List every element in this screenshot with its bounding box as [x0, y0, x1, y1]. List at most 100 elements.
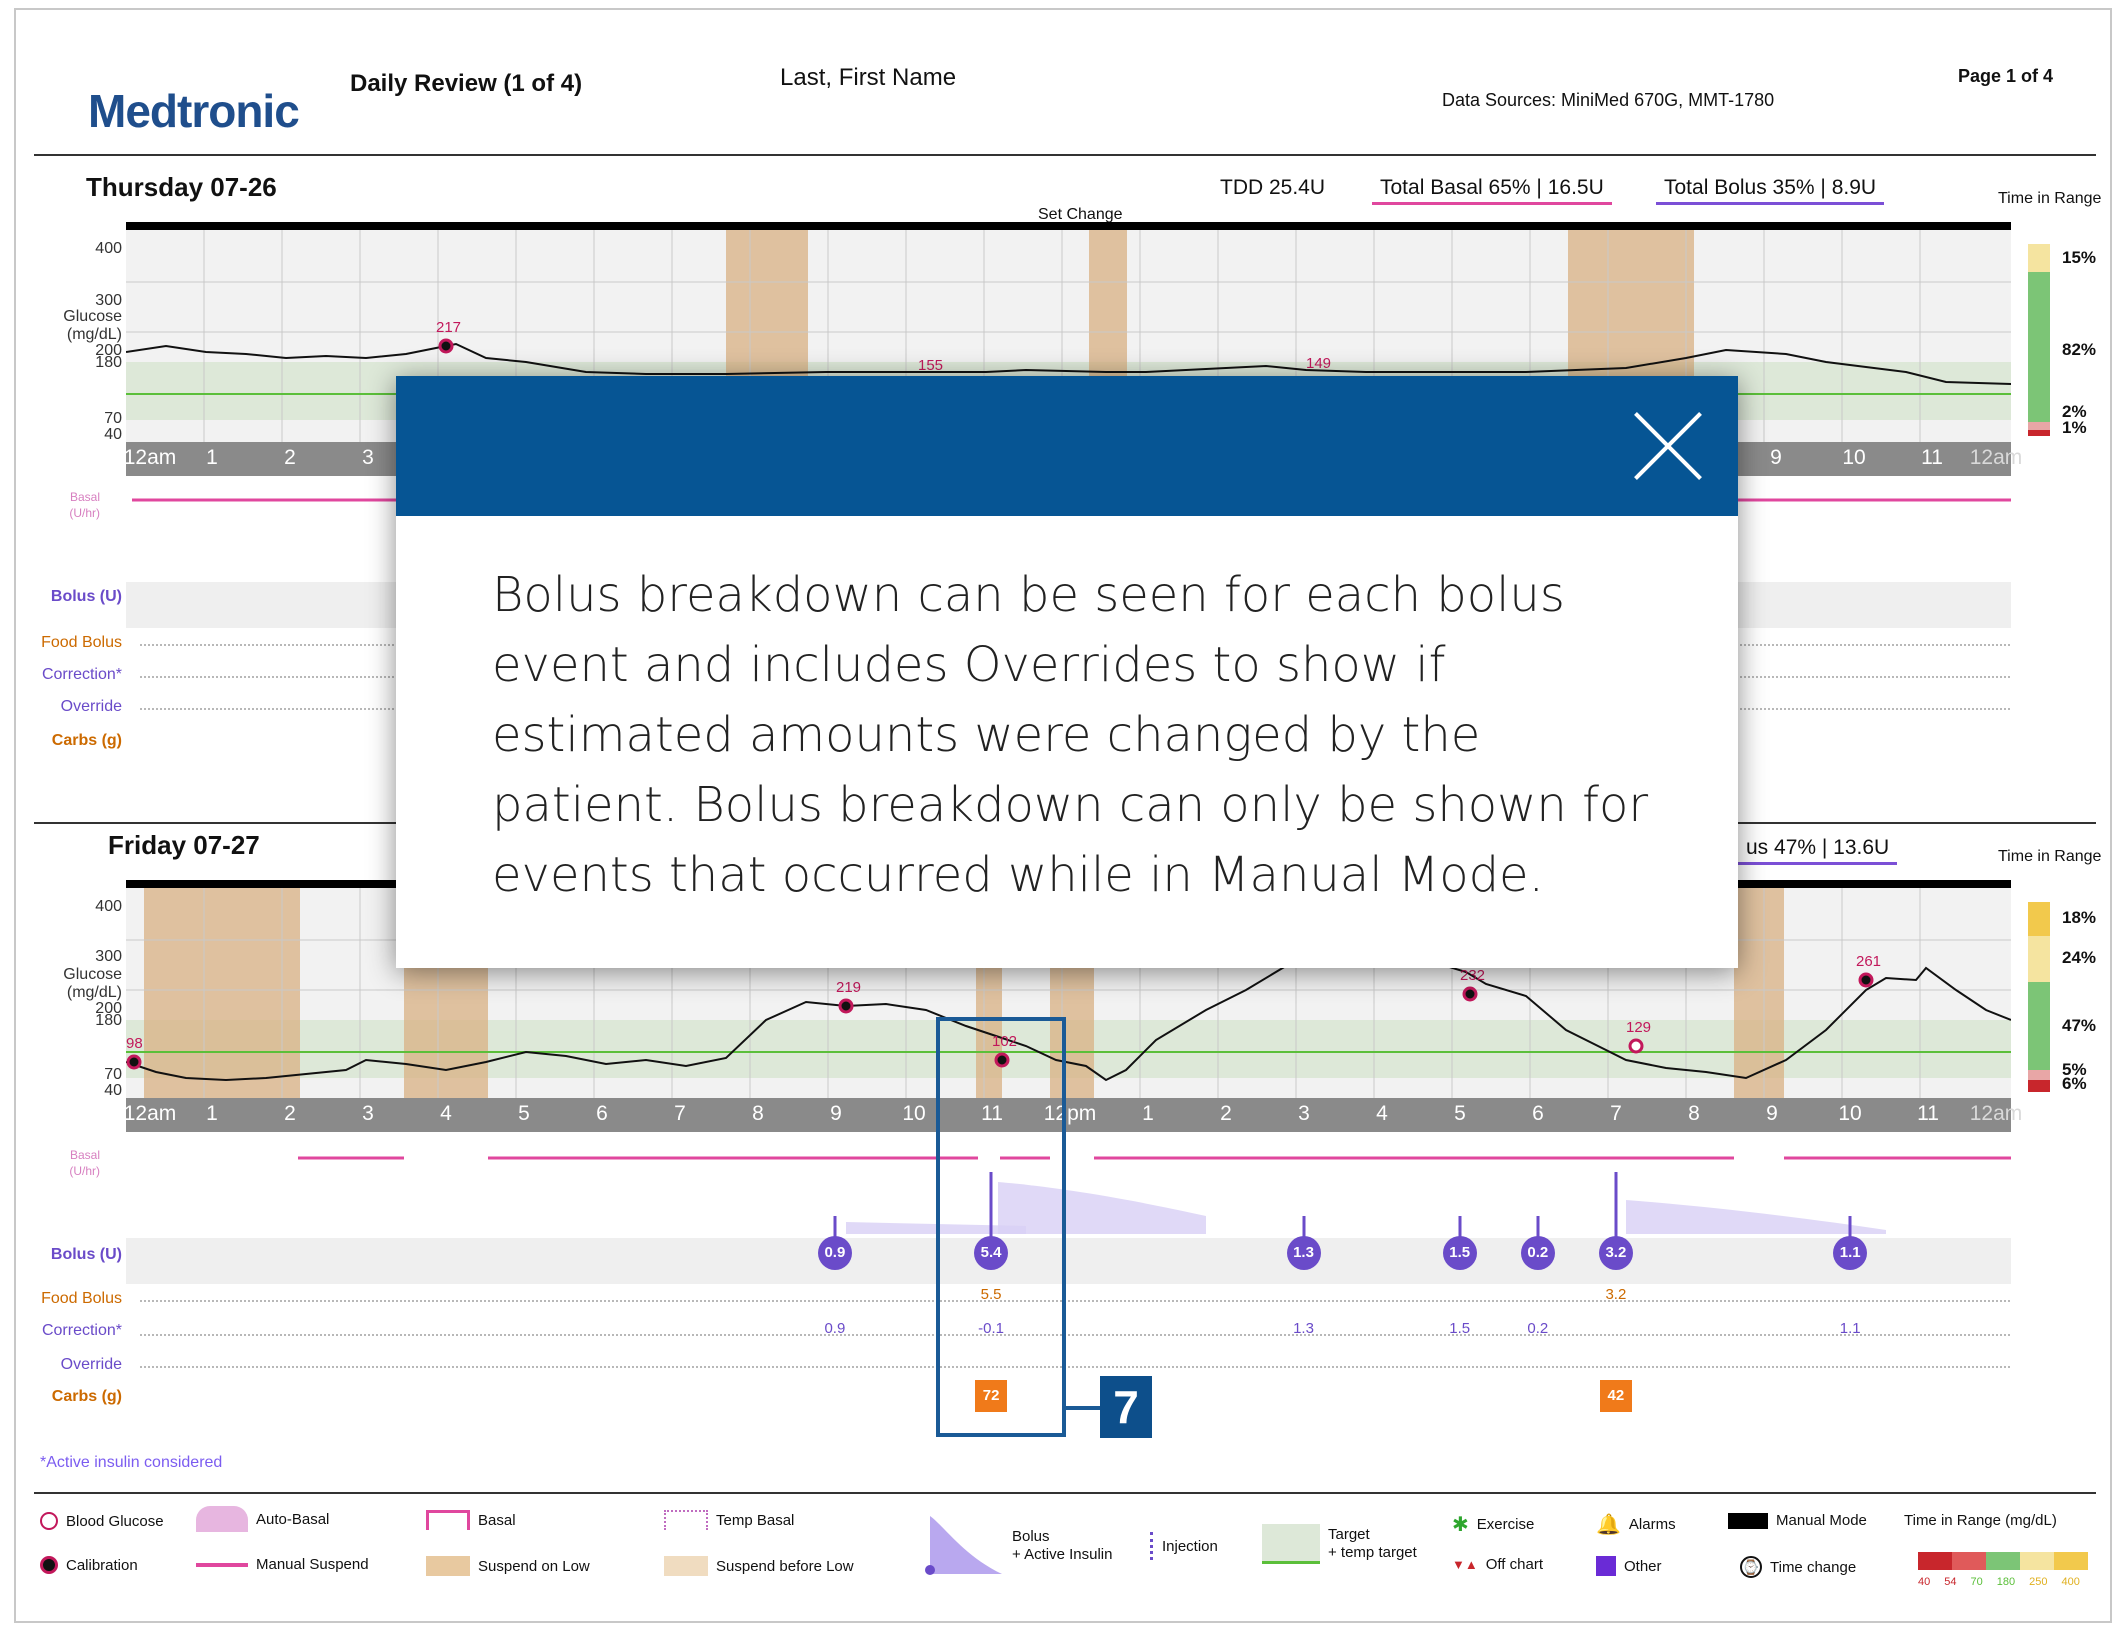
day2-tick-400: 400	[95, 898, 122, 915]
legend-suspend-on-low: Suspend on Low	[426, 1556, 590, 1576]
day1-tir-label: Time in Range	[1998, 190, 2102, 207]
info-modal: Bolus breakdown can be seen for each bol…	[396, 376, 1738, 968]
day1-total-basal: Total Basal 65% | 16.5U	[1372, 176, 1612, 205]
patient-name: Last, First Name	[780, 64, 957, 91]
bolus-event-marker[interactable]: 1.3	[1286, 1236, 1321, 1270]
day2-row-bolus: Bolus (U)	[50, 1246, 122, 1263]
day2-glucose-label: Glucose	[63, 966, 122, 983]
day2-tick-180: 180	[95, 1012, 122, 1029]
day2-marker-232: 232	[1460, 967, 1485, 984]
day2-hour-13: 1	[1142, 1102, 1154, 1125]
legend-off-chart: ▼▲ Off chart	[1452, 1556, 1543, 1573]
day1-total-bolus: Total Bolus 35% | 8.9U	[1656, 176, 1885, 205]
day2-hour-8: 8	[752, 1102, 764, 1125]
clock-icon: ⌚	[1740, 1556, 1762, 1578]
suspend-before-low-icon	[664, 1556, 708, 1576]
day2-hour-4: 4	[440, 1102, 452, 1125]
day2-hour-20: 8	[1688, 1102, 1700, 1125]
legend-exercise: ✱ Exercise	[1452, 1514, 1535, 1536]
day2-tir-label: Time in Range	[1998, 848, 2102, 865]
bolus-event-marker[interactable]: 1.1	[1833, 1236, 1868, 1270]
legend-time-change: ⌚ Time change	[1740, 1556, 1856, 1578]
day2-hour-0: 12am	[123, 1102, 177, 1125]
day1-basal-label: Basal	[69, 490, 100, 504]
day2-tir-veryhigh: 18%	[2062, 908, 2097, 927]
legend-alarms: 🔔 Alarms	[1596, 1514, 1676, 1536]
bolus-event-marker[interactable]: 0.9	[817, 1236, 852, 1270]
legend-target: Target + temp target	[1262, 1524, 1417, 1564]
day2-tick-300: 300	[95, 948, 122, 965]
bolus-event-marker[interactable]: 0.2	[1520, 1236, 1555, 1270]
day1-tir-verylow: 1%	[2062, 418, 2087, 437]
correction-value: 1.3	[1293, 1320, 1314, 1337]
modal-body-text: Bolus breakdown can be seen for each bol…	[492, 567, 1649, 903]
bolus-stem	[1302, 1216, 1305, 1238]
day1-hour-12am: 12am	[123, 446, 177, 469]
day1-marker-149: 149	[1306, 355, 1331, 372]
day1-tick-400: 400	[95, 240, 122, 257]
day2-hour-9: 9	[830, 1102, 842, 1125]
legend-suspend-before-low: Suspend before Low	[664, 1556, 854, 1576]
day2-hour-7: 7	[674, 1102, 686, 1125]
day2-hour-22: 10	[1838, 1102, 1862, 1125]
day2-basal-unit: (U/hr)	[69, 1164, 100, 1178]
day2-row-correction: Correction*	[41, 1322, 122, 1339]
day2-hour-16: 4	[1376, 1102, 1388, 1125]
tir-scale-values: 40 54 70 180 250 400	[1918, 1576, 2080, 1588]
bolus-stem	[1536, 1216, 1540, 1238]
correction-value: 0.2	[1527, 1320, 1549, 1337]
day2-total-bolus: us 47% | 13.6U	[1738, 836, 1898, 865]
correction-value: 0.9	[824, 1320, 846, 1337]
day1-hour-11: 11	[1921, 446, 1943, 469]
day2-hour-6: 6	[596, 1102, 608, 1125]
bolus-event-marker[interactable]: 1.5	[1442, 1236, 1477, 1270]
day2-bolus-band	[126, 1238, 2011, 1284]
legend-time-in-range: Time in Range (mg/dL)	[1904, 1512, 2057, 1529]
day1-hour-2: 2	[284, 446, 296, 469]
day2-hour-axis: 12am 1 2 3 4 5 6 7 8 9 10 11 12pm 1 2 3 …	[123, 1098, 2022, 1132]
day1-tir-inrange: 82%	[2062, 340, 2097, 359]
injection-icon	[1150, 1532, 1154, 1560]
close-icon[interactable]	[1628, 406, 1708, 486]
day2-hour-15: 3	[1298, 1102, 1310, 1125]
alarm-bell-icon: 🔔	[1596, 1514, 1621, 1536]
legend-auto-basal: Auto-Basal	[196, 1506, 329, 1532]
exercise-icon: ✱	[1452, 1514, 1469, 1536]
day2-title: Friday 07-27	[108, 830, 260, 860]
day2-marker-129: 129	[1626, 1019, 1651, 1036]
modal-header	[396, 376, 1738, 516]
day1-hour-10: 10	[1842, 446, 1866, 469]
tir-color-scale	[1918, 1552, 2088, 1570]
basal-icon	[426, 1510, 470, 1530]
suspend-on-low-icon	[426, 1556, 470, 1576]
day2-hour-14: 2	[1220, 1102, 1232, 1125]
day1-title: Thursday 07-26	[86, 172, 277, 202]
correction-value: 1.5	[1449, 1320, 1471, 1337]
bolus-event-marker[interactable]: 3.2	[1598, 1236, 1633, 1270]
day2-hour-18: 6	[1532, 1102, 1544, 1125]
report-title: Daily Review (1 of 4)	[350, 70, 583, 97]
day2-tir-inrange: 47%	[2062, 1016, 2097, 1035]
day2-marker-219: 219	[836, 979, 861, 996]
tir-scale-high	[2020, 1552, 2054, 1570]
day2-hour-1: 1	[206, 1102, 218, 1125]
day2-row-food: Food Bolus	[41, 1290, 122, 1307]
manual-mode-icon	[1728, 1512, 1768, 1529]
day2-hour-19: 7	[1610, 1102, 1622, 1125]
day2-hour-17: 5	[1454, 1102, 1466, 1125]
carbs-entry[interactable]: 42	[1599, 1380, 1632, 1412]
day1-marker-155: 155	[918, 357, 943, 374]
day2-hour-5: 5	[518, 1102, 530, 1125]
legend-injection: Injection	[1150, 1532, 1218, 1560]
auto-basal-icon	[196, 1506, 248, 1532]
target-icon	[1262, 1524, 1320, 1564]
day1-hour-12am-end: 12am	[1969, 446, 2023, 469]
day1-basal-unit: (U/hr)	[69, 506, 100, 520]
header-divider	[34, 154, 2096, 156]
data-sources: Data Sources: MiniMed 670G, MMT-1780	[1442, 90, 1775, 110]
tir-scale-low	[1952, 1552, 1986, 1570]
day1-tdd: TDD 25.4U	[1220, 176, 1326, 199]
day1-marker-217: 217	[436, 319, 461, 336]
day1-tir-bar	[2028, 244, 2050, 436]
calibration-icon	[40, 1556, 58, 1574]
